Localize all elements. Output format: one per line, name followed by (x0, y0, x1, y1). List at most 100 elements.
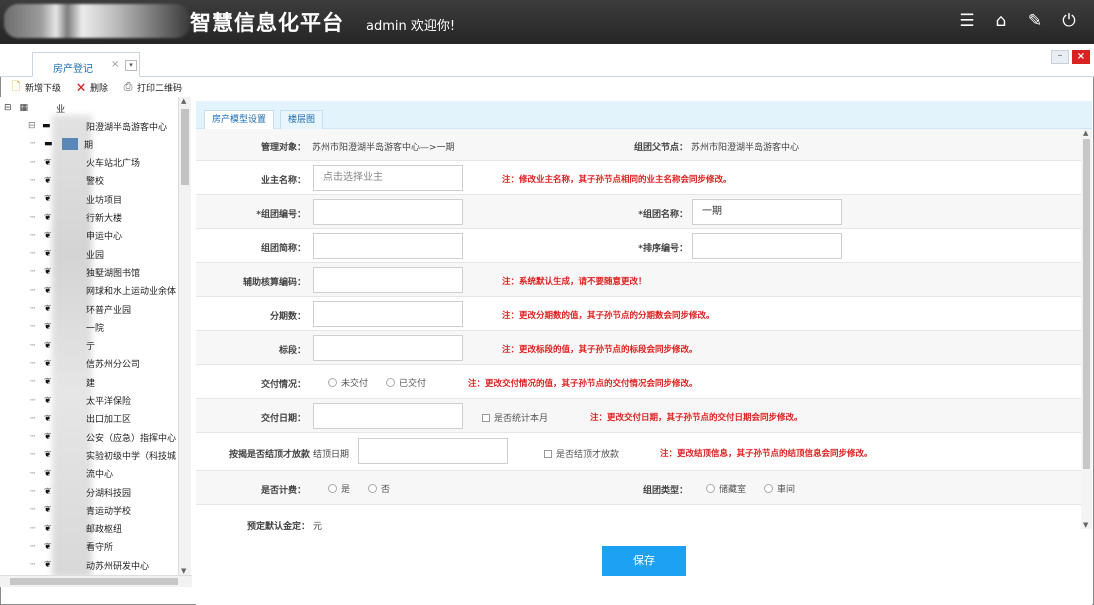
group-no-input[interactable] (313, 199, 463, 225)
aux-code-label: 辅助核算编码： (242, 278, 306, 288)
tree-item[interactable]: ┄ ❦ 独墅湖图书馆 (0, 263, 178, 281)
collapse-icon[interactable]: ⊟ (4, 103, 12, 113)
tree-item[interactable]: ┄ ❦ 火车站北广场 (0, 154, 178, 172)
scroll-down-icon[interactable]: ▼ (181, 567, 186, 575)
tree-item[interactable]: ┄ ❦ 警校 (0, 172, 178, 190)
tree-item[interactable]: ┄ ❦ 亍 (0, 337, 178, 355)
tree-item[interactable]: ┄ ❦ 业坊项目 (0, 190, 178, 208)
tree-item[interactable]: ┄ ❦ 公安（应急）指挥中心 (0, 428, 178, 446)
tree-scroll-thumb[interactable] (181, 109, 189, 185)
scroll-up-icon[interactable]: ▲ (1083, 129, 1088, 137)
tree-item[interactable]: ┄ ❦ 青运动学校 (0, 501, 178, 519)
delete-document-icon: 🗙 (76, 80, 86, 93)
tree-connector: ┄ (30, 505, 36, 516)
settle-date-input[interactable] (358, 438, 508, 464)
leaf-icon: ❦ (44, 523, 52, 534)
tree-item[interactable]: ┄ ❦ 信苏州分公司 (0, 355, 178, 373)
scroll-up-icon[interactable]: ▲ (181, 97, 186, 105)
tree-item[interactable]: ┄ ▬ 期 (0, 135, 178, 153)
tree-item[interactable]: ┄ ❦ 环普产业园 (0, 300, 178, 318)
tab-floor-plan[interactable]: 楼层图 (280, 110, 324, 130)
tree-item-label: 业园 (86, 250, 105, 261)
group-type-radio-storage[interactable]: 储藏室 (706, 482, 746, 495)
leaf-icon: ❦ (44, 487, 52, 497)
delivery-opt2-label: 已交付 (399, 379, 427, 389)
tree-item[interactable]: ┄ ❦ 行新大楼 (0, 209, 178, 227)
tree-item[interactable]: ┄ ❦ 出口加工区 (0, 410, 178, 428)
tree-item[interactable]: ┄ ❦ 看守所 (0, 538, 178, 556)
group-short-input[interactable] (313, 233, 463, 259)
home-icon[interactable]: ⌂ (990, 10, 1012, 32)
tree-item-label: 看守所 (86, 543, 114, 554)
toolbar: 🗋 新增下级 🗙 删除 ⎙ 打印二维码 (0, 77, 1094, 97)
settle-checkbox[interactable]: 是否结顶才放款 (544, 447, 619, 460)
tree-connector: ┄ (30, 304, 36, 314)
tree-hscroll-thumb[interactable] (10, 578, 178, 585)
form-scroll-thumb[interactable] (1083, 139, 1090, 469)
tree-item[interactable]: ┄ ❦ 分湖科技园 (0, 483, 178, 501)
tree-item-label: 公安（应急）指挥中心 (86, 433, 177, 444)
tree-item[interactable]: ⊟ ▬ 阳澄湖半岛游客中心 (0, 117, 178, 135)
printer-icon: ⎙ (123, 80, 133, 93)
group-name-input[interactable]: 一期 (692, 199, 842, 225)
leaf-icon: ❦ (44, 560, 52, 571)
sort-no-input[interactable] (692, 233, 842, 259)
tree-item[interactable]: ┄ ❦ 流中心 (0, 465, 178, 483)
tree-connector: ┄ (30, 139, 36, 150)
form-row-billing: 是否计费： 是 否 组团类型： 储藏室 車间 (196, 471, 1081, 505)
power-icon[interactable]: ⏻ (1058, 10, 1080, 32)
delivery-radio-delivered[interactable]: 已交付 (386, 376, 426, 389)
minimize-button[interactable]: – (1051, 50, 1069, 64)
tree-item[interactable]: ┄ ❦ 业园 (0, 245, 178, 263)
tree-connector: ⊟ (28, 121, 36, 131)
delivery-radio-not-delivered[interactable]: 未交付 (328, 376, 368, 389)
property-form: 管理对象： 苏州市阳澄湖半岛游客中心—>一期 组团父节点： 苏州市阳澄湖半岛游客… (196, 129, 1081, 537)
billing-radio-no[interactable]: 否 (368, 482, 390, 495)
phases-input[interactable] (313, 301, 463, 327)
owner-input[interactable]: 点击选择业主 (313, 165, 463, 191)
close-button[interactable]: × (1072, 50, 1090, 64)
billing-radio-yes[interactable]: 是 (328, 482, 350, 495)
tree-item-label: 流中心 (86, 470, 114, 481)
menu-icon[interactable]: ☰ (956, 10, 978, 32)
tab-dropdown-icon[interactable]: ▾ (125, 60, 137, 71)
tree-item[interactable]: ┄ ❦ 一院 (0, 318, 178, 336)
tree-item[interactable]: ┄ ❦ 太平洋保险 (0, 392, 178, 410)
add-child-button[interactable]: 🗋 新增下级 (10, 81, 61, 94)
edit-icon[interactable]: ✎ (1024, 10, 1046, 32)
form-vertical-scrollbar[interactable]: ▲ ▼ (1081, 129, 1092, 529)
tree-connector: ┄ (30, 212, 36, 223)
tab-property-registration[interactable]: 房产登记 × ▾ (32, 52, 140, 77)
aux-code-input[interactable] (313, 267, 463, 293)
tree-horizontal-scrollbar[interactable] (0, 575, 192, 587)
tree-vertical-scrollbar[interactable]: ▲ ▼ (178, 97, 191, 575)
group-type-radio-workshop[interactable]: 車间 (764, 482, 795, 495)
leaf-icon: ❦ (44, 194, 52, 205)
tree-item[interactable]: ┄ ❦ 实验初级中学（科技城 (0, 446, 178, 464)
tree-connector: ┄ (30, 230, 36, 241)
form-row-default-amount: 预定默认金定： 元 (196, 505, 1081, 537)
group-name-label: *组团名称： (638, 210, 688, 220)
tree-item[interactable]: ┄ ❦ 建 (0, 373, 178, 391)
radio-icon (386, 378, 395, 387)
tab-close-icon[interactable]: × (111, 59, 119, 70)
stat-month-checkbox[interactable]: 是否统计本月 (482, 411, 548, 424)
tree-connector: ┄ (30, 560, 36, 571)
scroll-down-icon[interactable]: ▼ (1083, 521, 1088, 529)
section-input[interactable] (313, 335, 463, 361)
tree-item[interactable]: ┄ ❦ 动苏州研发中心 (0, 556, 178, 574)
delete-button[interactable]: 🗙 删除 (75, 81, 108, 94)
delivery-opt1-label: 未交付 (341, 379, 369, 389)
tree-item[interactable]: ┄ ❦ 邮政枢纽 (0, 520, 178, 538)
print-qr-button[interactable]: ⎙ 打印二维码 (122, 81, 182, 94)
tree-item[interactable]: ┄ ❦ 申运中心 (0, 227, 178, 245)
settle-note: 注：更改结顶信息，其子孙节点的结顶信息会同步修改。 (660, 449, 873, 459)
selected-node-highlight (62, 138, 78, 151)
tree-item-label: 业坊项目 (86, 195, 123, 206)
delivery-date-input[interactable] (313, 403, 463, 429)
tab-model-settings[interactable]: 房产模型设置 (204, 110, 275, 130)
tree-item[interactable]: ┄ ❦ 网球和水上运动业余体 (0, 282, 178, 300)
tree-item-label: 阳澄湖半岛游客中心 (86, 122, 168, 133)
tree-connector: ┄ (30, 468, 36, 479)
save-button[interactable]: 保存 (602, 546, 686, 576)
